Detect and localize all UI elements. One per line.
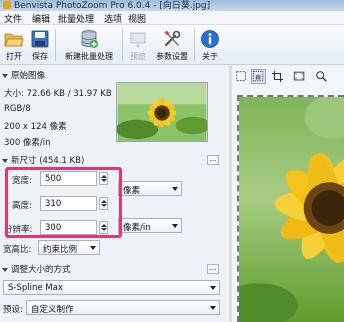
fit-view-icon <box>293 71 305 81</box>
new-batch-button[interactable]: 新建批量处理 <box>58 27 120 63</box>
resolution-unit-value: 像素/in <box>123 223 151 233</box>
settings-panel: 原始图像 大小: 72.66 KB / 31.97 KB RGB/8 200 x… <box>0 66 229 322</box>
about-button[interactable]: 关于 <box>197 27 223 63</box>
preview-icon <box>130 32 146 47</box>
collapse-icon <box>2 73 8 78</box>
open-label: 打开 <box>6 52 22 61</box>
preset-value: 自定义制作 <box>31 305 74 315</box>
collapse-icon <box>2 158 8 163</box>
chevron-down-icon <box>172 187 178 191</box>
toolbar: 打开 保存 新建批量处理 预览 参数设置 关于 <box>0 25 344 65</box>
menu-view[interactable]: 视图 <box>128 12 146 25</box>
resolution-unit-select[interactable]: 像素/in <box>118 218 182 233</box>
resize-method-more-button[interactable]: ... <box>207 264 219 274</box>
menu-options[interactable]: 选项 <box>104 12 122 25</box>
app-icon <box>3 1 11 9</box>
new-size-more-button[interactable]: ... <box>207 155 219 165</box>
menu-bar: 文件 编辑 批量处理 选项 视图 <box>0 11 344 25</box>
original-image-header[interactable]: 原始图像 <box>2 69 45 81</box>
fit-view-tool[interactable] <box>292 69 307 84</box>
highlight-annotation <box>5 167 122 238</box>
tools-icon <box>164 30 181 47</box>
about-label: 关于 <box>202 52 218 61</box>
magnifier-icon <box>316 71 327 82</box>
original-image-heading: 原始图像 <box>11 71 46 81</box>
aspect-ratio-label: 宽高比: <box>3 245 32 255</box>
open-button[interactable]: 打开 <box>2 27 26 63</box>
title-bar: Benvista PhotoZoom Pro 6.0.4 - [向日葵.jpg] <box>0 0 344 11</box>
preview-label: 预览 <box>130 52 146 61</box>
crop-icon <box>271 70 284 83</box>
chevron-down-icon <box>210 306 216 310</box>
toolbar-separator <box>194 29 195 61</box>
hand-tool[interactable] <box>251 69 266 84</box>
folder-open-icon <box>4 33 24 47</box>
preset-select[interactable]: 自定义制作 <box>26 300 220 315</box>
aspect-ratio-select[interactable]: 约束比例 <box>38 240 100 255</box>
zoom-tool[interactable] <box>314 69 329 84</box>
preview-button[interactable]: 预览 <box>125 27 151 63</box>
preview-area <box>232 66 344 322</box>
chevron-down-icon <box>172 224 178 228</box>
save-button[interactable]: 保存 <box>28 27 52 63</box>
menu-batch[interactable]: 批量处理 <box>58 12 94 25</box>
chevron-down-icon <box>90 246 96 250</box>
size-unit-select[interactable]: 像素 <box>118 181 182 196</box>
resize-method-select[interactable]: S-Spline Max <box>3 280 220 295</box>
resize-method-heading: 调整大小的方式 <box>11 265 71 275</box>
resize-method-value: S-Spline Max <box>8 283 63 293</box>
settings-label: 参数设置 <box>156 52 188 61</box>
toolbar-separator <box>122 29 123 61</box>
aspect-ratio-value: 约束比例 <box>43 245 78 255</box>
selection-icon <box>236 71 246 81</box>
hand-icon <box>252 70 264 82</box>
settings-button[interactable]: 参数设置 <box>153 27 191 63</box>
new-size-header[interactable]: 新尺寸 (454.1 KB) <box>2 154 84 166</box>
original-resolution: 300 像素/in <box>4 138 51 148</box>
window-title: Benvista PhotoZoom Pro 6.0.4 - [向日葵.jpg] <box>14 1 211 11</box>
menu-file[interactable]: 文件 <box>4 12 22 25</box>
marquee-tool[interactable] <box>234 69 249 84</box>
collapse-icon <box>2 267 8 272</box>
batch-database-icon <box>81 30 98 48</box>
size-unit-value: 像素 <box>123 186 141 196</box>
chevron-down-icon <box>210 286 216 290</box>
resize-method-header[interactable]: 调整大小的方式 <box>2 263 71 275</box>
crop-tool[interactable] <box>270 69 285 84</box>
toolbar-separator <box>55 29 56 61</box>
new-batch-label: 新建批量处理 <box>65 52 113 61</box>
original-size: 大小: 72.66 KB / 31.97 KB <box>4 89 112 99</box>
save-icon <box>31 30 49 48</box>
info-icon <box>201 30 219 48</box>
preview-image <box>237 95 344 322</box>
color-mode: RGB/8 <box>4 104 31 114</box>
menu-edit[interactable]: 编辑 <box>32 12 50 25</box>
preset-label: 预设: <box>3 305 23 315</box>
original-thumbnail <box>116 82 208 142</box>
new-size-heading: 新尺寸 (454.1 KB) <box>11 156 85 166</box>
save-label: 保存 <box>32 52 48 61</box>
original-dimensions: 200 x 124 像素 <box>4 122 67 132</box>
